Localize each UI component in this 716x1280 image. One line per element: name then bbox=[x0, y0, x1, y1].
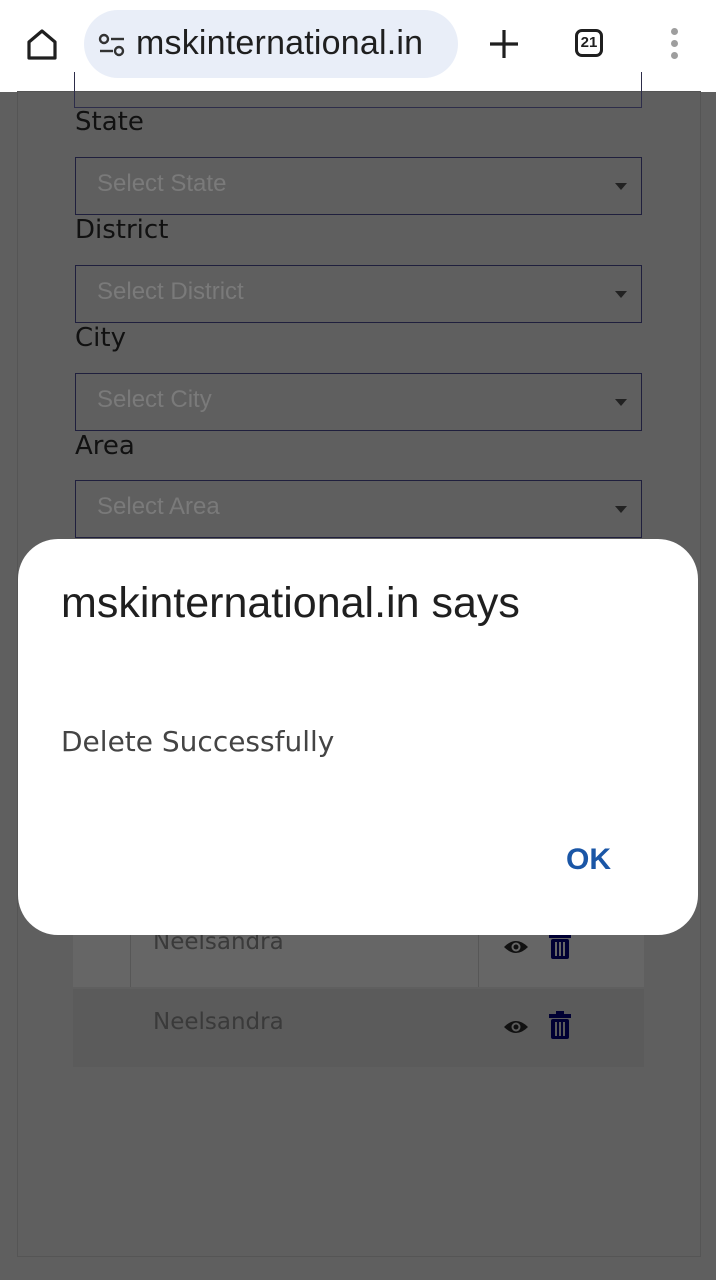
chevron-down-icon bbox=[615, 291, 627, 298]
table-row: Neelsandra bbox=[73, 989, 644, 1067]
city-placeholder: Select City bbox=[97, 386, 212, 413]
area-label: Area bbox=[75, 431, 135, 461]
url-text[interactable]: mskinternational.in bbox=[136, 24, 423, 63]
previous-field[interactable] bbox=[74, 72, 642, 108]
chevron-down-icon bbox=[615, 183, 627, 190]
eye-icon[interactable] bbox=[503, 1017, 529, 1037]
trash-icon[interactable] bbox=[549, 931, 571, 959]
district-select[interactable]: Select District bbox=[75, 265, 642, 323]
new-tab-icon[interactable] bbox=[486, 26, 522, 62]
state-placeholder: Select State bbox=[97, 170, 227, 197]
state-select[interactable]: Select State bbox=[75, 157, 642, 215]
home-icon[interactable] bbox=[24, 26, 60, 62]
city-select[interactable]: Select City bbox=[75, 373, 642, 431]
district-label: District bbox=[75, 215, 169, 245]
dialog-title: mskinternational.in says bbox=[61, 579, 520, 627]
dialog-message: Delete Successfully bbox=[61, 725, 335, 758]
chevron-down-icon bbox=[615, 506, 627, 513]
area-placeholder: Select Area bbox=[97, 493, 220, 520]
district-placeholder: Select District bbox=[97, 278, 244, 305]
site-settings-icon[interactable] bbox=[98, 32, 126, 58]
address-bar[interactable]: mskinternational.in bbox=[84, 10, 458, 78]
alert-dialog: mskinternational.in says Delete Successf… bbox=[18, 539, 698, 935]
city-label: City bbox=[75, 323, 126, 353]
area-select[interactable]: Select Area bbox=[75, 480, 642, 538]
tab-switcher-button[interactable]: 21 bbox=[575, 29, 603, 57]
area-name-cell: Neelsandra bbox=[153, 1009, 284, 1035]
more-options-icon[interactable] bbox=[665, 28, 683, 62]
chevron-down-icon bbox=[615, 399, 627, 406]
trash-icon[interactable] bbox=[549, 1011, 571, 1039]
eye-icon[interactable] bbox=[503, 937, 529, 957]
ok-button[interactable]: OK bbox=[566, 843, 611, 877]
state-label: State bbox=[75, 107, 144, 137]
